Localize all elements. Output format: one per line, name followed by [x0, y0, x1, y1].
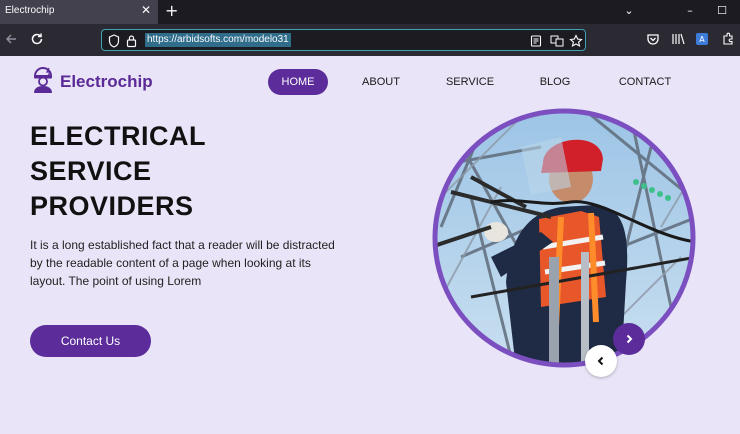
hero-headline: ELECTRICAL SERVICE PROVIDERS	[30, 119, 310, 224]
reload-icon[interactable]	[29, 32, 45, 48]
tab-title: Electrochip	[5, 5, 55, 16]
site-logo[interactable]: Electrochip	[30, 66, 153, 98]
carousel-prev-button[interactable]	[585, 345, 617, 377]
reader-view-icon[interactable]	[530, 33, 542, 52]
electrician-logo-icon	[30, 66, 56, 98]
address-bar[interactable]: https://arbidsofts.com/modelo31	[101, 29, 586, 51]
logo-text: Electrochip	[60, 72, 153, 91]
browser-tab[interactable]: Electrochip ✕	[0, 0, 158, 24]
svg-text:A: A	[699, 35, 705, 44]
chevron-left-icon	[595, 352, 607, 371]
shield-icon[interactable]	[108, 33, 120, 52]
translate-extension-icon[interactable]: A	[694, 32, 710, 48]
extensions-icon[interactable]	[720, 32, 736, 48]
browser-tab-strip: Electrochip ✕ + ⌄ – ☐	[0, 0, 740, 24]
new-tab-button[interactable]: +	[165, 2, 178, 20]
nav-blog[interactable]: BLOG	[533, 69, 577, 95]
carousel-next-button[interactable]	[613, 323, 645, 355]
nav-service[interactable]: SERVICE	[440, 69, 500, 95]
headline-line: ELECTRICAL	[30, 121, 206, 151]
back-arrow-icon[interactable]	[3, 32, 19, 48]
chevron-right-icon	[623, 330, 635, 349]
tab-close-icon[interactable]: ✕	[140, 3, 152, 17]
headline-line: SERVICE	[30, 156, 152, 186]
headline-line: PROVIDERS	[30, 191, 194, 221]
library-icon[interactable]	[670, 32, 686, 48]
nav-contact[interactable]: CONTACT	[612, 69, 678, 95]
nav-home[interactable]: HOME	[268, 69, 328, 95]
tab-list-chevron-icon[interactable]: ⌄	[619, 3, 639, 19]
nav-about[interactable]: ABOUT	[355, 69, 407, 95]
minimize-icon[interactable]: –	[680, 3, 700, 19]
url-text[interactable]: https://arbidsofts.com/modelo31	[145, 33, 291, 47]
lock-icon[interactable]	[126, 33, 137, 52]
maximize-icon[interactable]: ☐	[712, 3, 732, 19]
bookmark-star-icon[interactable]	[569, 33, 583, 52]
hero-image-circle	[431, 107, 697, 369]
pocket-icon[interactable]	[645, 32, 661, 48]
translate-page-icon[interactable]	[550, 33, 564, 52]
hero-description: It is a long established fact that a rea…	[30, 238, 335, 288]
contact-us-button[interactable]: Contact Us	[30, 325, 151, 357]
